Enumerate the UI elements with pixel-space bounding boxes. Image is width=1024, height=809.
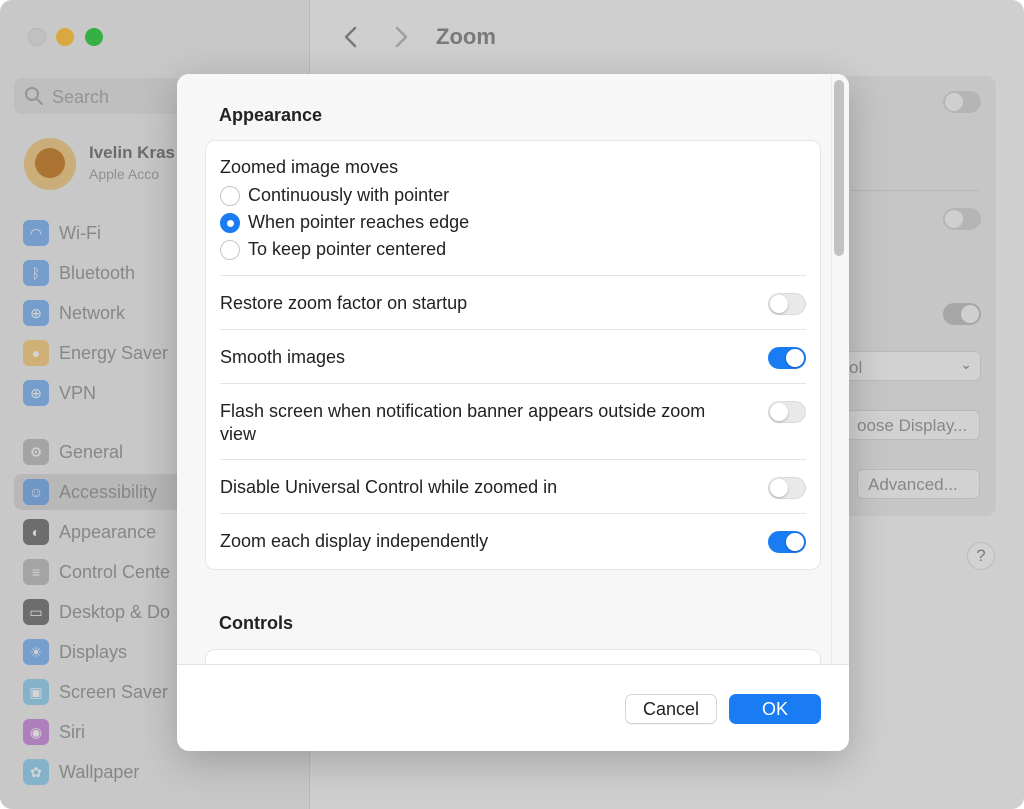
toggle-label-universal-control: Disable Universal Control while zoomed i…	[220, 477, 558, 497]
radio-label: To keep pointer centered	[248, 239, 447, 259]
divider	[220, 513, 806, 514]
toggle-smooth-images[interactable]	[768, 347, 806, 369]
radio-button[interactable]	[220, 186, 240, 206]
radio-label: When pointer reaches edge	[248, 212, 470, 232]
radio-button[interactable]	[220, 240, 240, 260]
scrollbar-thumb[interactable]	[834, 80, 844, 256]
controls-section-title: Controls	[219, 613, 293, 633]
ok-button[interactable]: OK	[729, 694, 821, 724]
toggle-restore-zoom[interactable]	[768, 293, 806, 315]
toggle-label-smooth-images: Smooth images	[220, 347, 346, 367]
controls-group	[205, 649, 821, 664]
divider	[220, 329, 806, 330]
toggle-zoom-each-display[interactable]	[768, 531, 806, 553]
sheet-scroll-area[interactable]: Appearance Zoomed image moves Continuous…	[177, 74, 849, 664]
appearance-section-title: Appearance	[219, 105, 323, 125]
divider	[220, 459, 806, 460]
toggle-universal-control[interactable]	[768, 477, 806, 499]
zoomed-image-moves-label: Zoomed image moves	[220, 157, 399, 177]
toggle-label-restore-zoom: Restore zoom factor on startup	[220, 293, 468, 313]
toggle-label-flash-screen: Flash screen when notification banner ap…	[220, 401, 706, 444]
appearance-group: Zoomed image moves Continuously with poi…	[205, 140, 821, 570]
radio-button[interactable]	[220, 213, 240, 233]
cancel-button[interactable]: Cancel	[625, 694, 717, 724]
toggle-label-zoom-each-display: Zoom each display independently	[220, 531, 489, 551]
divider	[220, 383, 806, 384]
footer-divider	[177, 664, 849, 665]
divider	[220, 275, 806, 276]
zoom-appearance-sheet: Appearance Zoomed image moves Continuous…	[177, 74, 849, 751]
radio-label: Continuously with pointer	[248, 185, 450, 205]
toggle-flash-screen[interactable]	[768, 401, 806, 423]
